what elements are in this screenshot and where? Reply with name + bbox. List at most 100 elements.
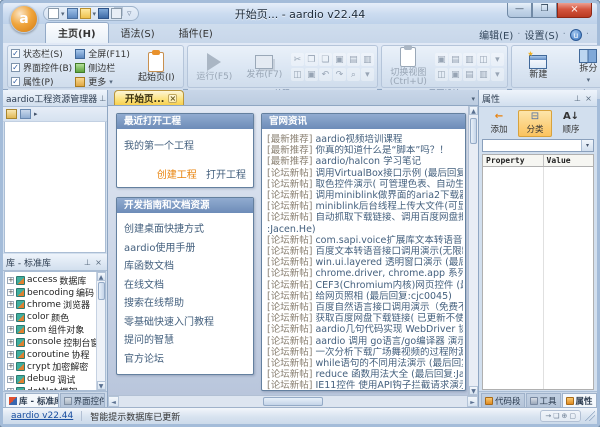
expander-plus-icon[interactable]: + [7, 326, 14, 333]
news-item-link[interactable]: [论坛新帖] 给网页照相 (最后回复:cjc0045) [267, 291, 463, 302]
grid-dropdown-icon[interactable]: ▾ [491, 68, 504, 81]
news-item-link[interactable]: [论坛新帖] 调用miniblink做界面的aria2下载器 (最后回复:L [267, 190, 463, 201]
cut-icon[interactable]: ✂ [291, 53, 304, 66]
news-item-link[interactable]: [最新推荐] 你真的知道什么是“脚本”吗？！ [267, 145, 463, 156]
sidebar-button[interactable]: 侧边栏 [75, 61, 130, 74]
scroll-up-icon[interactable]: ▲ [97, 272, 106, 281]
find-dropdown-icon[interactable]: ▾ [361, 68, 374, 81]
copy-icon[interactable]: ❐ [305, 53, 318, 66]
run-button[interactable]: 运行(F5) [191, 47, 238, 87]
ui-controls-checkbox[interactable]: ✓ 界面控件(B) [11, 61, 72, 74]
anchor-dropdown-icon[interactable]: ▾ [491, 53, 504, 66]
new-window-button[interactable]: 新建 [515, 47, 562, 87]
tab-start-page[interactable]: 开始页... × [114, 90, 184, 105]
scroll-thumb[interactable] [470, 118, 477, 144]
find-icon[interactable]: ⌕ [347, 68, 360, 81]
library-tree-item[interactable]: + coroutine 协程 [7, 348, 96, 360]
guide-link[interactable]: 零基础快速入门教程 [124, 313, 246, 328]
library-tree-item[interactable]: + color 颜色 [7, 311, 96, 323]
ribbon-tab-home[interactable]: 主页(H) [45, 22, 109, 43]
save-icon[interactable] [98, 8, 109, 19]
sort-order-button[interactable]: A↓ 顺序 [554, 110, 588, 137]
guide-link[interactable]: 搜索在线帮助 [124, 294, 246, 309]
news-item-link[interactable]: [论坛新帖] reduce 函数用法大全 (最后回复:Jacen.He) [267, 369, 463, 380]
undo-icon[interactable]: ↶ [319, 68, 332, 81]
expander-plus-icon[interactable]: + [7, 376, 14, 383]
news-item-link[interactable]: [论坛新帖] IE11控件 使用API钩子拦截请求演示 (最后回复: [267, 380, 463, 390]
settings-menu[interactable]: 设置(S) [524, 27, 558, 42]
tab-tools[interactable]: 工具 [526, 393, 561, 407]
split-window-button[interactable]: 拆分 ▾ [565, 47, 600, 87]
expander-plus-icon[interactable]: + [7, 351, 14, 358]
help-icon[interactable]: u [570, 29, 582, 41]
minimize-button[interactable]: — [507, 3, 532, 18]
categorize-button[interactable]: ⊟ 分类 [518, 110, 552, 137]
new-file-icon[interactable] [48, 8, 59, 19]
scroll-down-icon[interactable]: ▼ [97, 381, 106, 390]
new-file-dropdown-icon[interactable]: ▾ [61, 10, 65, 18]
toggle-view-button[interactable]: 切换视图 (Ctrl+U) [385, 47, 432, 87]
close-panel-icon[interactable]: × [583, 93, 594, 104]
layout-toggle-icon[interactable]: → [545, 411, 551, 421]
bookmark-icon[interactable]: ◫ [291, 68, 304, 81]
more-button[interactable]: 更多 ▾ [75, 75, 130, 88]
news-item-link[interactable]: [论坛新帖] aardio几句代码实现 WebDriver 协议客户端 (最 [267, 324, 463, 335]
comment-icon[interactable]: ▥ [361, 53, 374, 66]
news-item-link[interactable]: :Jacen.He) [267, 224, 463, 235]
object-selector-combobox[interactable]: ▾ [482, 139, 594, 152]
expander-plus-icon[interactable]: + [7, 277, 14, 284]
start-page-button[interactable]: 起始页(I) [133, 48, 180, 88]
library-scrollbar[interactable]: ▲ ▼ [96, 272, 105, 390]
publish-button[interactable]: 发布(F7) [241, 47, 288, 87]
anchor-icon[interactable]: ◫ [477, 53, 490, 66]
library-tree-item[interactable]: + console 控制台窗口 [7, 336, 96, 348]
align-left-icon[interactable]: ▣ [435, 53, 448, 66]
news-item-link[interactable]: [最新推荐] aardio/halcon 学习笔记 [267, 156, 463, 167]
redo-icon[interactable]: ↷ [333, 68, 346, 81]
property-column-header[interactable]: Property [483, 155, 544, 166]
expander-plus-icon[interactable]: + [7, 363, 14, 370]
news-item-link[interactable]: [论坛新帖] 自动抓取下载链接、调用百度网盘批量离线下载 (最后回复 [267, 212, 463, 223]
tab-overflow-icon[interactable]: ▾ [471, 95, 475, 103]
layout-toggle-icon[interactable]: ▢ [569, 411, 576, 421]
news-item-link[interactable]: [论坛新帖] while语句的不同用法演示 (最后回复:Jacen.He) [267, 358, 463, 369]
pin-icon[interactable]: ⊥ [82, 257, 93, 268]
project-save-icon[interactable] [20, 109, 31, 119]
news-item-link[interactable]: [论坛新帖] 百度自然语言接口调用演示（免费不限调用次数 [267, 302, 463, 313]
tab-ui-controls[interactable]: 界面控件 [60, 393, 105, 407]
version-link[interactable]: aardio v22.44 [3, 411, 82, 421]
scroll-right-icon[interactable]: ► [467, 396, 478, 407]
scroll-down-icon[interactable]: ▼ [469, 386, 478, 395]
tab-close-icon[interactable]: × [168, 94, 177, 103]
news-item-link[interactable]: [论坛新帖] 取色控件演示( 可管理色表、自动生成配色方案 ) [267, 179, 463, 190]
statusbar-checkbox[interactable]: ✓ 状态栏(S) [11, 47, 72, 60]
align-right-icon[interactable]: ▥ [463, 53, 476, 66]
scroll-up-icon[interactable]: ▲ [469, 106, 478, 115]
library-tree-item[interactable]: + com 组件对象 [7, 324, 96, 336]
layout-toggle-icon[interactable]: ❏ [553, 411, 559, 421]
horizontal-scrollbar[interactable]: ◄ ► [108, 395, 478, 407]
qat-overflow-icon[interactable]: ▿ [127, 9, 132, 19]
guide-link[interactable]: 在线文档 [124, 276, 246, 291]
open-dropdown-icon[interactable]: ▾ [93, 10, 97, 18]
library-tree-item[interactable]: + crypt 加密解密 [7, 361, 96, 373]
app-logo-button[interactable]: a [10, 5, 38, 33]
paste-icon[interactable]: ❏ [319, 53, 332, 66]
news-item-link[interactable]: [论坛新帖] 一次分析下载广场舞视频的过程附源码...... (最后[ [267, 347, 463, 358]
value-column-header[interactable]: Value [544, 155, 571, 166]
property-grid-body[interactable] [482, 167, 594, 390]
library-tree-item[interactable]: + access 数据库 [7, 274, 96, 286]
news-item-link[interactable]: [论坛新帖] 获取百度网盘下载链接( 已更新不使用浏览器控 [267, 313, 463, 324]
goto-icon[interactable]: ▣ [305, 68, 318, 81]
news-item-link[interactable]: [论坛新帖] com.sapi.voice扩展库文本转语音演示 (最后回复 [267, 235, 463, 246]
tab-library[interactable]: 库 - 标准库 [5, 393, 59, 407]
maximize-button[interactable]: ❐ [532, 3, 557, 18]
recent-project-link[interactable]: 我的第一个工程 [124, 137, 246, 152]
news-item-link[interactable]: [论坛新帖] aardio 调用 go语言/go编译器 演示（已更新） [267, 336, 463, 347]
news-item-link[interactable]: [论坛新帖] 调用VirtualBox接口示例 (最后回复:Jacen.He) [267, 168, 463, 179]
ribbon-tab-plugins[interactable]: 插件(E) [167, 23, 225, 43]
expander-plus-icon[interactable]: + [7, 289, 14, 296]
news-item-link[interactable]: [论坛新帖] 百度文本转语音接口调用演示(无限制免费调用) ( [267, 246, 463, 257]
library-tree-item[interactable]: + bencoding 编码 [7, 286, 96, 298]
tab-properties[interactable]: 属性 [562, 393, 597, 407]
